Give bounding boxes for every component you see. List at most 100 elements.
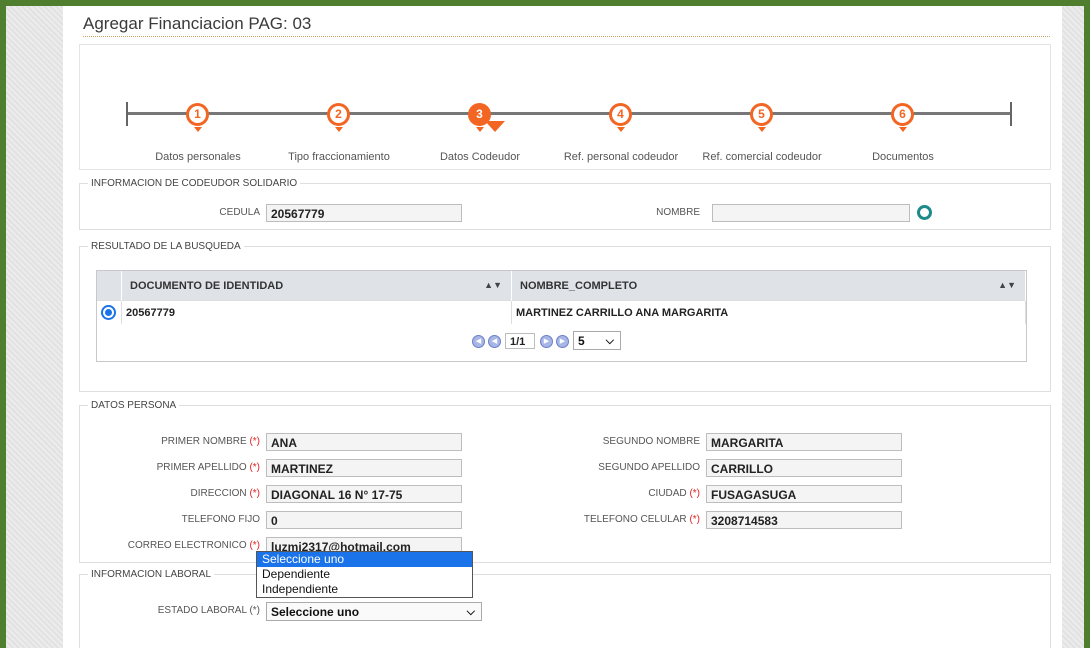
select-column-header	[97, 271, 122, 301]
dropdown-option[interactable]: Independiente	[257, 582, 472, 597]
page-title: Agregar Financiacion PAG: 03	[83, 14, 312, 33]
form-page: Agregar Financiacion PAG: 03 1 Datos per…	[63, 6, 1062, 648]
required-mark: (*)	[689, 514, 700, 525]
track-start-tick	[126, 102, 128, 126]
cedula-input[interactable]: 20567779	[266, 204, 462, 222]
step-2-caret-icon	[335, 127, 343, 132]
primer-apellido-label: PRIMER APELLIDO (*)	[110, 462, 260, 473]
step-3-circle[interactable]: 3	[468, 103, 491, 126]
dropdown-option[interactable]: Dependiente	[257, 567, 472, 582]
direccion-label: DIRECCION (*)	[110, 488, 260, 499]
active-step-pointer-icon	[485, 121, 505, 132]
results-grid: DOCUMENTO DE IDENTIDAD ▲▼ NOMBRE_COMPLETO…	[96, 270, 1027, 362]
telefono-celular-label: TELEFONO CELULAR (*)	[550, 514, 700, 525]
segundo-apellido-input[interactable]: CARRILLO	[706, 459, 902, 477]
right-background	[1062, 6, 1084, 648]
step-6-label: Documentos	[872, 151, 934, 163]
app-frame: Agregar Financiacion PAG: 03 1 Datos per…	[6, 6, 1084, 648]
table-header: DOCUMENTO DE IDENTIDAD ▲▼ NOMBRE_COMPLETO…	[97, 271, 1026, 301]
segundo-nombre-label: SEGUNDO NOMBRE	[602, 436, 700, 447]
ciudad-label-text: CIUDAD	[648, 488, 687, 499]
telefono-fijo-label: TELEFONO FIJO	[181, 514, 260, 525]
segundo-nombre-input[interactable]: MARGARITA	[706, 433, 902, 451]
last-page-icon[interactable]: ▶	[556, 335, 569, 348]
laboral-legend: INFORMACION LABORAL	[91, 569, 212, 580]
step-5-label: Ref. comercial codeudor	[702, 151, 822, 163]
ciudad-label: CIUDAD (*)	[550, 488, 700, 499]
primer-nombre-input[interactable]: ANA	[266, 433, 462, 451]
persona-section: DATOS PERSONA PRIMER NOMBRE (*) ANA SEGU…	[79, 400, 1051, 563]
results-table: DOCUMENTO DE IDENTIDAD ▲▼ NOMBRE_COMPLETO…	[97, 271, 1026, 324]
step-4-circle[interactable]: 4	[609, 103, 632, 126]
step-4-label: Ref. personal codeudor	[563, 151, 679, 163]
ciudad-input[interactable]: FUSAGASUGA	[706, 485, 902, 503]
correo-label: CORREO ELECTRONICO (*)	[100, 540, 260, 551]
required-mark: (*)	[249, 488, 260, 499]
telefono-celular-label-text: TELEFONO CELULAR	[583, 514, 687, 525]
sort-icon[interactable]: ▲▼	[484, 280, 502, 290]
sort-icon[interactable]: ▲▼	[998, 280, 1016, 290]
codeudor-section: INFORMACION DE CODEUDOR SOLIDARIO CEDULA…	[79, 178, 1051, 230]
primer-apellido-input[interactable]: MARTINEZ	[266, 459, 462, 477]
direccion-label-text: DIRECCION	[190, 488, 247, 499]
step-2-circle[interactable]: 2	[327, 103, 350, 126]
persona-legend: DATOS PERSONA	[91, 400, 177, 411]
cedula-label: CEDULA	[219, 207, 260, 218]
estado-laboral-dropdown: Seleccione uno Dependiente Independiente	[256, 551, 473, 598]
step-3-caret-icon	[476, 127, 484, 132]
step-1-caret-icon	[194, 127, 202, 132]
chevron-down-icon: ⌵	[466, 606, 475, 618]
step-5-circle[interactable]: 5	[750, 103, 773, 126]
first-page-icon[interactable]: ◀	[472, 335, 485, 348]
telefono-fijo-input[interactable]: 0	[266, 511, 462, 529]
step-1-circle[interactable]: 1	[186, 103, 209, 126]
nombre-label: NOMBRE	[656, 207, 700, 218]
primer-nombre-label-text: PRIMER NOMBRE	[161, 436, 247, 447]
row-radio-button[interactable]	[101, 305, 116, 320]
page-indicator[interactable]: 1/1	[505, 333, 535, 349]
column-header-documento[interactable]: DOCUMENTO DE IDENTIDAD ▲▼	[121, 271, 512, 301]
search-icon[interactable]	[917, 205, 932, 220]
step-3-label: Datos Codeudor	[439, 151, 521, 163]
page-size-select[interactable]: 5 ⌵	[573, 331, 621, 350]
telefono-celular-input[interactable]: 3208714583	[706, 511, 902, 529]
page-size-value: 5	[578, 334, 585, 348]
resultado-section: RESULTADO DE LA BUSQUEDA DOCUMENTO DE ID…	[79, 241, 1051, 392]
step-2-label: Tipo fraccionamiento	[288, 151, 390, 163]
dropdown-option[interactable]: Seleccione uno	[257, 552, 472, 567]
primer-apellido-label-text: PRIMER APELLIDO	[156, 462, 247, 473]
required-mark: (*)	[249, 436, 260, 447]
required-mark: (*)	[249, 540, 260, 551]
next-page-icon[interactable]: ▶	[540, 335, 553, 348]
table-row[interactable]: 20567779 MARTINEZ CARRILLO ANA MARGARITA	[97, 300, 1026, 324]
laboral-section: INFORMACION LABORAL ESTADO LABORAL (*) S…	[79, 569, 1051, 648]
chevron-down-icon: ⌵	[605, 335, 614, 347]
nombre-input[interactable]	[712, 204, 910, 222]
row-radio-cell[interactable]	[97, 300, 122, 324]
step-indicator: 1 Datos personales 2 Tipo fraccionamient…	[79, 44, 1051, 170]
row-nombre-cell: MARTINEZ CARRILLO ANA MARGARITA	[511, 300, 1026, 324]
track-end-tick	[1010, 102, 1012, 126]
estado-laboral-value: Seleccione uno	[271, 605, 360, 619]
step-track	[126, 112, 1011, 115]
estado-laboral-select[interactable]: Seleccione uno ⌵	[266, 602, 482, 621]
required-mark: (*)	[249, 462, 260, 473]
step-6-caret-icon	[899, 127, 907, 132]
row-documento-cell: 20567779	[121, 300, 512, 324]
column-header-nombre[interactable]: NOMBRE_COMPLETO ▲▼	[511, 271, 1026, 301]
step-4-caret-icon	[617, 127, 625, 132]
step-6-circle[interactable]: 6	[891, 103, 914, 126]
left-background	[6, 6, 63, 648]
codeudor-legend: INFORMACION DE CODEUDOR SOLIDARIO	[91, 178, 298, 189]
segundo-apellido-label: SEGUNDO APELLIDO	[598, 462, 700, 473]
step-5-caret-icon	[758, 127, 766, 132]
column-nombre-label: NOMBRE_COMPLETO	[520, 279, 638, 292]
title-divider	[83, 36, 1050, 37]
correo-label-text: CORREO ELECTRONICO	[127, 540, 247, 551]
primer-nombre-label: PRIMER NOMBRE (*)	[110, 436, 260, 447]
resultado-legend: RESULTADO DE LA BUSQUEDA	[91, 241, 241, 252]
required-mark: (*)	[689, 488, 700, 499]
column-documento-label: DOCUMENTO DE IDENTIDAD	[130, 279, 284, 292]
prev-page-icon[interactable]: ◀	[488, 335, 501, 348]
direccion-input[interactable]: DIAGONAL 16 N° 17-75	[266, 485, 462, 503]
